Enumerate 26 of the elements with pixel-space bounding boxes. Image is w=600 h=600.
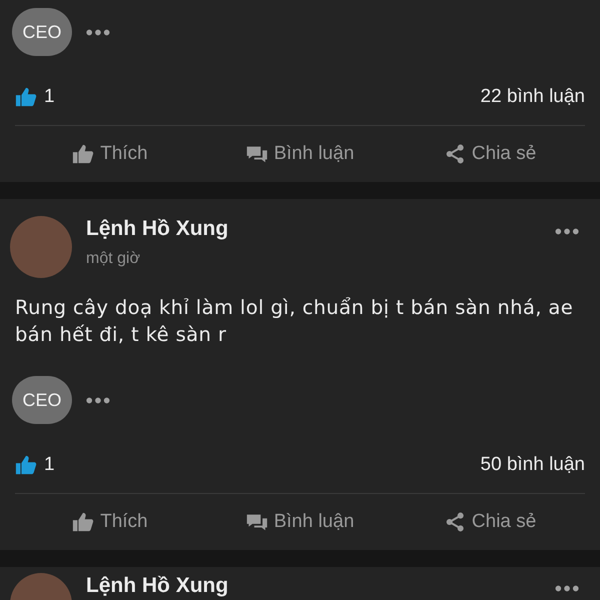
- comment-count[interactable]: 22 bình luận: [480, 86, 585, 108]
- action-button[interactable]: Chia sẻ: [395, 126, 585, 182]
- thumbs-up-icon: [15, 454, 37, 476]
- thumbs-up-icon: [15, 86, 37, 108]
- post-text: Rung cây doạ khỉ làm lol gì, chuẩn bị t bán sàn nhá, ae bán hết đi, t kê sàn r: [15, 295, 574, 348]
- like-count: 1: [44, 86, 55, 108]
- tag-chip[interactable]: CEO: [12, 376, 72, 424]
- thumbs-up-icon: [72, 511, 94, 533]
- action-button[interactable]: Thích: [15, 494, 205, 550]
- more-options-icon[interactable]: [555, 228, 579, 235]
- author-name[interactable]: Lệnh Hồ Xung: [86, 573, 555, 599]
- tag-chip[interactable]: CEO: [12, 8, 72, 56]
- action-button[interactable]: Thích: [15, 126, 205, 182]
- thumbs-up-icon: [72, 143, 94, 165]
- more-tags-icon[interactable]: [86, 28, 110, 36]
- post-time: một giờ: [86, 249, 142, 269]
- share-icon: [444, 511, 466, 533]
- action-button[interactable]: Bình luận: [205, 494, 395, 550]
- action-button[interactable]: Bình luận: [205, 126, 395, 182]
- action-button[interactable]: Chia sẻ: [395, 494, 585, 550]
- like-count: 1: [44, 454, 55, 476]
- comment-count[interactable]: 50 bình luận: [480, 454, 585, 476]
- more-options-icon[interactable]: [555, 585, 579, 592]
- more-tags-icon[interactable]: [86, 396, 110, 404]
- share-icon: [444, 143, 466, 165]
- author-name[interactable]: Lệnh Hồ Xung: [86, 216, 555, 242]
